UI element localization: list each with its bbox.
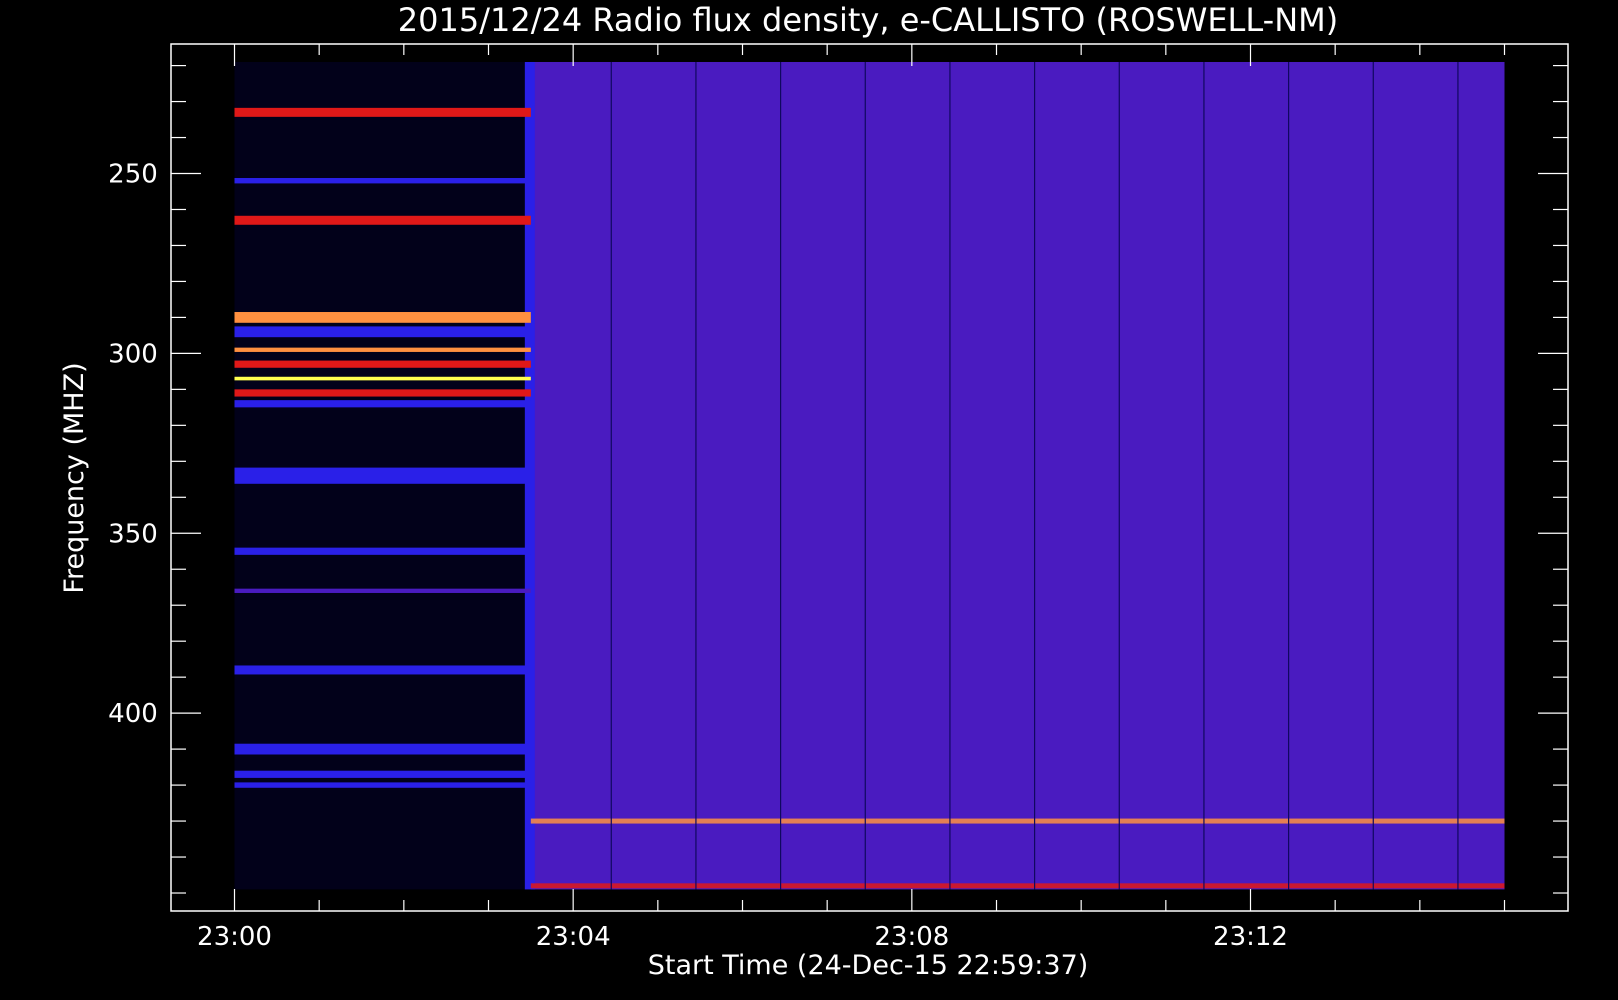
dropout-column [610,61,612,890]
x-tick-label: 23:12 [1213,922,1288,952]
startup-band [234,178,531,184]
startup-band [234,782,531,788]
startup-band [234,360,531,368]
heatmap-area [234,61,1505,890]
interference-line [530,818,1505,824]
startup-band [234,215,531,225]
dropout-column [1288,61,1290,890]
heatmap-background [530,61,1505,890]
spectrogram-chart: 2015/12/24 Radio flux density, e-CALLIST… [0,0,1618,1000]
dropout-column [864,61,866,890]
startup-band [234,312,531,323]
startup-band [234,467,531,484]
chart-title: 2015/12/24 Radio flux density, e-CALLIST… [398,1,1338,39]
x-tick-label: 23:08 [874,922,949,952]
x-tick-label: 23:00 [197,922,272,952]
startup-band [234,770,531,778]
startup-band [234,107,531,117]
dropout-column [1118,61,1120,890]
startup-band [234,347,531,352]
x-axis-label: Start Time (24-Dec-15 22:59:37) [648,950,1089,981]
y-tick-label: 300 [108,339,158,369]
startup-band [234,326,531,338]
startup-band [234,376,531,381]
startup-band [234,547,531,555]
startup-band [234,389,531,397]
y-tick-label: 250 [108,160,158,190]
dropout-column [1457,61,1459,890]
x-tick-label: 23:04 [536,922,611,952]
startup-band [234,743,531,755]
dropout-column [1203,61,1205,890]
dropout-column [780,61,782,890]
dropout-column [1034,61,1036,890]
startup-band [234,665,531,675]
startup-band [234,588,531,593]
dropout-column [1372,61,1374,890]
dropout-column [949,61,951,890]
interference-line [530,883,1505,889]
y-axis-label: Frequency (MHZ) [59,362,90,593]
startup-band [234,400,531,408]
y-tick-label: 400 [108,699,158,729]
y-tick-label: 350 [108,519,158,549]
dropout-column [695,61,697,890]
